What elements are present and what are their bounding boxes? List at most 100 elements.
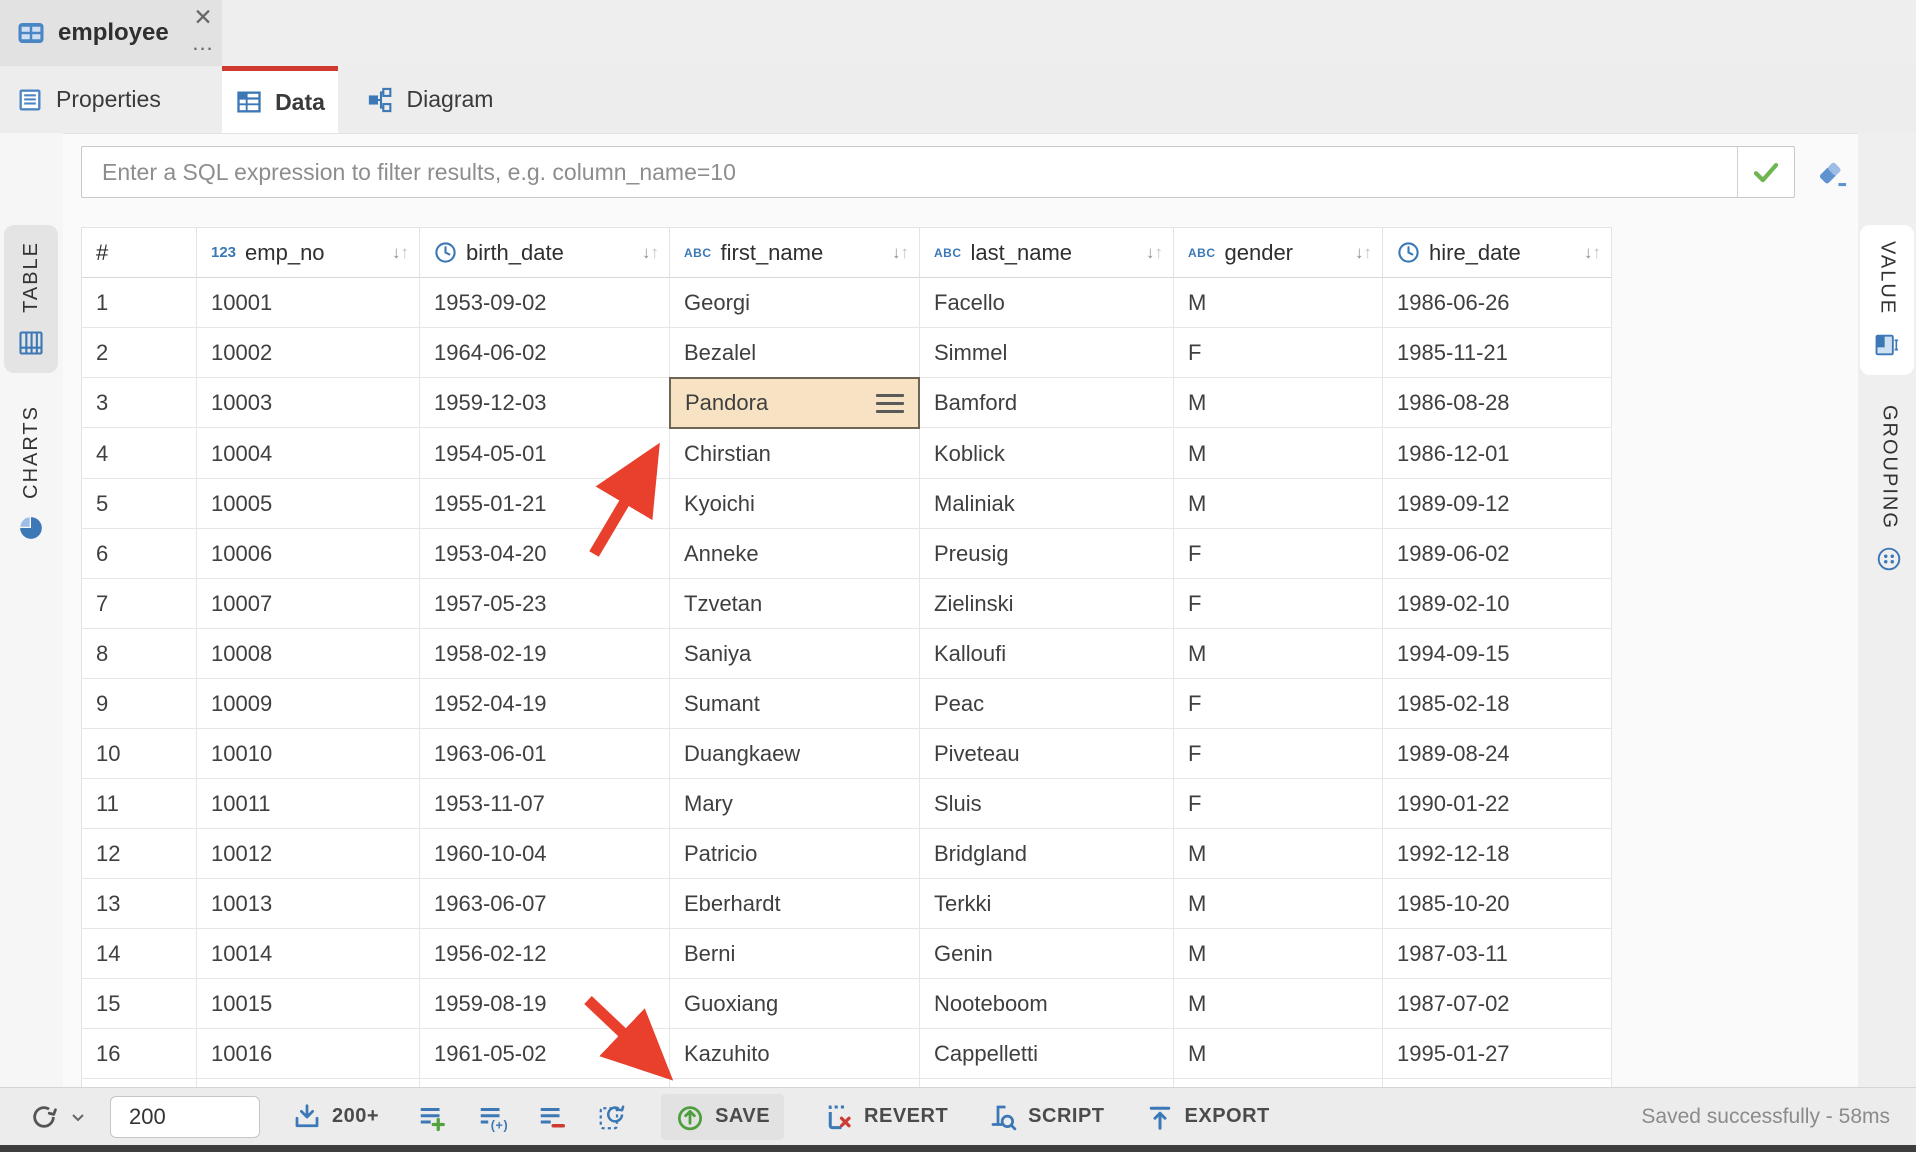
sort-icons[interactable]: ↓↑ [642, 243, 659, 263]
row-number-cell[interactable]: 15 [82, 979, 197, 1029]
data-cell[interactable]: 1986-08-28 [1383, 378, 1612, 428]
apply-filter-button[interactable] [1737, 147, 1794, 197]
data-cell[interactable]: 1989-06-02 [1383, 529, 1612, 579]
data-cell[interactable]: Saniya [670, 629, 920, 679]
data-cell[interactable]: M [1174, 479, 1383, 529]
data-cell[interactable]: M [1174, 378, 1383, 428]
data-cell[interactable]: 1959-08-19 [420, 979, 670, 1029]
row-number-cell[interactable]: 7 [82, 579, 197, 629]
data-cell[interactable]: Terkki [920, 879, 1174, 929]
data-cell[interactable]: 10013 [197, 879, 420, 929]
tab-data[interactable]: Data [222, 66, 338, 133]
data-cell[interactable]: 1987-07-02 [1383, 979, 1612, 1029]
data-cell[interactable]: 1958-02-19 [420, 629, 670, 679]
column-header-first-name[interactable]: ABC first_name ↓↑ [670, 228, 920, 278]
data-cell[interactable]: 10004 [197, 429, 420, 479]
data-cell[interactable]: Tzvetan [670, 579, 920, 629]
column-header-rownum[interactable]: # [82, 228, 197, 278]
data-cell[interactable]: 1986-06-26 [1383, 278, 1612, 328]
data-cell[interactable]: 10014 [197, 929, 420, 979]
column-header-gender[interactable]: ABC gender ↓↑ [1174, 228, 1383, 278]
sidebar-tab-grouping[interactable]: GROUPING [1862, 389, 1916, 588]
column-header-hire-date[interactable]: hire_date ↓↑ [1383, 228, 1612, 278]
data-cell[interactable]: M [1174, 278, 1383, 328]
row-number-cell[interactable]: 2 [82, 328, 197, 378]
data-cell[interactable]: Piveteau [920, 729, 1174, 779]
data-cell[interactable]: 1963-06-01 [420, 729, 670, 779]
data-cell[interactable]: 1989-02-10 [1383, 579, 1612, 629]
sort-icons[interactable]: ↓↑ [892, 243, 909, 263]
column-header-birth-date[interactable]: birth_date ↓↑ [420, 228, 670, 278]
data-cell[interactable]: 1959-12-03 [420, 378, 670, 428]
data-cell[interactable]: F [1174, 779, 1383, 829]
data-cell[interactable]: Nooteboom [920, 979, 1174, 1029]
data-cell[interactable]: Kalloufi [920, 629, 1174, 679]
data-cell[interactable]: 1987-03-11 [1383, 929, 1612, 979]
row-number-cell[interactable]: 11 [82, 779, 197, 829]
data-cell[interactable]: Chirstian [670, 429, 920, 479]
clear-filter-button[interactable] [1812, 156, 1852, 190]
row-number-cell[interactable]: 14 [82, 929, 197, 979]
data-cell[interactable]: 1995-01-27 [1383, 1029, 1612, 1079]
row-number-cell[interactable]: 16 [82, 1029, 197, 1079]
sort-icons[interactable]: ↓↑ [1584, 243, 1601, 263]
data-cell[interactable]: F [1174, 328, 1383, 378]
add-row-button[interactable] [417, 1102, 447, 1132]
data-cell[interactable]: Zielinski [920, 579, 1174, 629]
data-cell[interactable]: Maliniak [920, 479, 1174, 529]
row-number-cell[interactable]: 8 [82, 629, 197, 679]
data-cell[interactable]: 10006 [197, 529, 420, 579]
data-cell[interactable]: Patricio [670, 829, 920, 879]
row-number-cell[interactable]: 4 [82, 429, 197, 479]
row-number-cell[interactable]: 6 [82, 529, 197, 579]
data-cell[interactable]: 10003 [197, 378, 420, 428]
tab-properties[interactable]: Properties [0, 66, 222, 133]
data-cell[interactable]: 1985-02-18 [1383, 679, 1612, 729]
data-cell[interactable]: Berni [670, 929, 920, 979]
row-number-cell[interactable]: 3 [82, 378, 197, 428]
data-cell[interactable]: 1989-08-24 [1383, 729, 1612, 779]
row-number-cell[interactable]: 13 [82, 879, 197, 929]
data-cell[interactable]: Bezalel [670, 328, 920, 378]
data-cell[interactable]: F [1174, 679, 1383, 729]
data-cell[interactable]: 1985-11-21 [1383, 328, 1612, 378]
data-cell[interactable]: Cappelletti [920, 1029, 1174, 1079]
data-cell[interactable]: 1985-10-20 [1383, 879, 1612, 929]
data-cell[interactable]: F [1174, 579, 1383, 629]
save-button[interactable]: SAVE [661, 1094, 784, 1140]
data-cell[interactable]: 1953-04-20 [420, 529, 670, 579]
data-cell[interactable]: 10002 [197, 328, 420, 378]
data-cell[interactable]: Guoxiang [670, 979, 920, 1029]
data-cell[interactable]: 10012 [197, 829, 420, 879]
data-cell[interactable]: Facello [920, 278, 1174, 328]
data-cell[interactable]: 1989-09-12 [1383, 479, 1612, 529]
data-cell[interactable]: 10005 [197, 479, 420, 529]
data-cell[interactable]: Sluis [920, 779, 1174, 829]
data-cell[interactable]: M [1174, 429, 1383, 479]
row-number-cell[interactable]: 10 [82, 729, 197, 779]
data-cell[interactable]: 1954-05-01 [420, 429, 670, 479]
column-header-last-name[interactable]: ABC last_name ↓↑ [920, 228, 1174, 278]
data-cell[interactable]: Koblick [920, 429, 1174, 479]
data-cell[interactable]: Duangkaew [670, 729, 920, 779]
data-cell[interactable]: Kyoichi [670, 479, 920, 529]
more-options-icon[interactable]: ... [190, 30, 216, 56]
export-button[interactable]: EXPORT [1145, 1102, 1270, 1132]
data-cell[interactable]: Bridgland [920, 829, 1174, 879]
data-cell[interactable]: Sumant [670, 679, 920, 729]
data-cell[interactable]: M [1174, 879, 1383, 929]
data-cell[interactable]: Bamford [920, 378, 1174, 428]
data-cell[interactable]: 1963-06-07 [420, 879, 670, 929]
close-icon[interactable]: ✕ [190, 4, 216, 30]
data-cell[interactable]: Mary [670, 779, 920, 829]
data-cell[interactable]: 1956-02-12 [420, 929, 670, 979]
data-cell[interactable]: 1994-09-15 [1383, 629, 1612, 679]
data-cell[interactable]: 1961-05-02 [420, 1029, 670, 1079]
data-cell[interactable]: 10016 [197, 1029, 420, 1079]
data-cell[interactable]: Kazuhito [670, 1029, 920, 1079]
duplicate-row-button[interactable]: (+) [477, 1102, 507, 1132]
cell-menu-icon[interactable] [876, 394, 904, 413]
data-cell[interactable]: M [1174, 829, 1383, 879]
data-cell[interactable]: M [1174, 1029, 1383, 1079]
data-cell[interactable]: Genin [920, 929, 1174, 979]
